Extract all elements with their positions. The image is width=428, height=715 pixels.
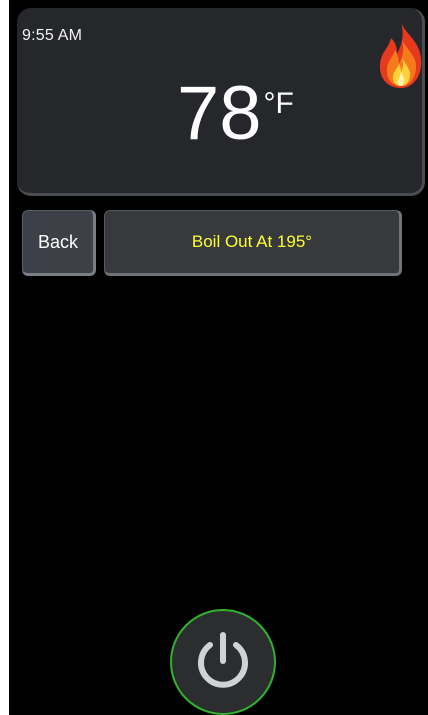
temperature-unit: °F xyxy=(263,87,294,120)
status-panel: 9:55 AM 78 °F xyxy=(17,8,425,196)
back-button[interactable]: Back xyxy=(22,210,96,276)
temperature-value: 78 xyxy=(177,71,262,156)
boil-out-mode-button[interactable]: Boil Out At 195° xyxy=(104,210,402,276)
power-icon xyxy=(198,632,248,688)
flame-icon xyxy=(379,22,422,88)
temperature-display: 78 °F xyxy=(177,74,294,154)
app-screen: 9:55 AM 78 °F Back Boil Out At 195° xyxy=(9,0,428,715)
power-button[interactable] xyxy=(170,609,276,715)
clock-time: 9:55 AM xyxy=(22,27,83,44)
controls-row: Back Boil Out At 195° xyxy=(22,210,414,276)
